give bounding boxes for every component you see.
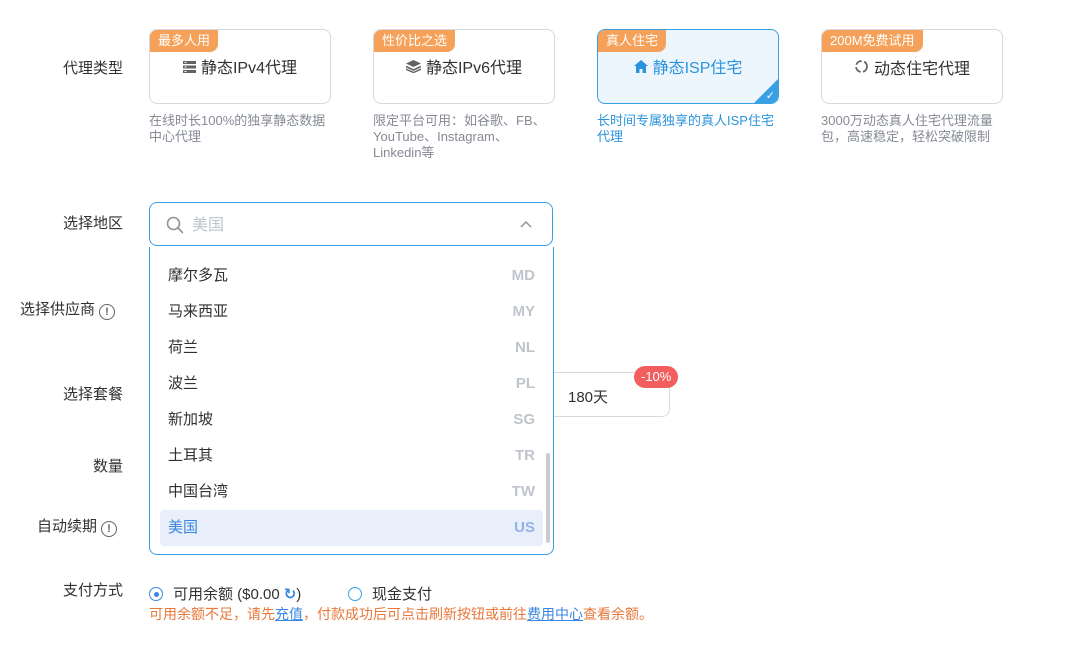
card-title: 静态IPv4代理 (150, 59, 330, 79)
option-code: NL (515, 339, 535, 356)
card-badge: 最多人用 (150, 30, 219, 52)
discount-badge: -10% (634, 366, 679, 388)
card-title-text: 静态ISP住宅 (652, 60, 743, 77)
region-option-my[interactable]: 马来西亚 MY (160, 294, 543, 330)
payment-balance-radio[interactable]: 可用余额 ($0.00 ↻) (149, 583, 301, 604)
info-icon[interactable]: ! (101, 521, 118, 537)
option-name: 荷兰 (168, 339, 199, 356)
region-option-nl[interactable]: 荷兰 NL (160, 330, 543, 366)
proxy-card-dynamic[interactable]: 200M免费试用 动态住宅代理 (821, 29, 1003, 104)
search-icon (166, 216, 184, 234)
region-option-pl[interactable]: 波兰 PL (160, 366, 543, 402)
card-description: 长时间专属独享的真人ISP住宅代理 (597, 113, 774, 144)
radio-dot (348, 587, 362, 601)
quantity-label: 数量 (92, 458, 123, 475)
option-code: SG (513, 411, 535, 428)
region-dropdown[interactable]: ▔▔ 摩尔多瓦 MD 马来西亚 MY 荷兰 NL 波兰 PL 新加坡 SG 土耳其 TR 中… (149, 247, 554, 555)
card-description: 在线时长100%的独享静态数据中心代理 (149, 113, 326, 144)
balance-close-paren: ) (296, 586, 302, 603)
cash-label: 现金支付 (372, 586, 433, 603)
region-option-tr[interactable]: 土耳其 TR (160, 438, 543, 474)
info-icon[interactable]: ! (99, 304, 116, 320)
warning-middle: ，付款成功后可点击刷新按钮或前往 (303, 606, 527, 622)
card-title-text: 静态IPv6代理 (425, 60, 523, 77)
package-option-label: 180天 (568, 389, 609, 406)
region-option-us[interactable]: 美国 US (160, 510, 543, 546)
payment-label: 支付方式 (62, 582, 123, 599)
card-title: 动态住宅代理 (822, 59, 1002, 80)
provider-label-text: 选择供应商 (20, 301, 96, 318)
region-option-md[interactable]: 摩尔多瓦 MD (160, 258, 543, 294)
option-name: 马来西亚 (168, 303, 229, 320)
option-name: 土耳其 (168, 447, 214, 464)
card-badge: 性价比之选 (374, 30, 456, 52)
region-select[interactable] (149, 202, 553, 246)
layers-icon (405, 59, 422, 79)
check-icon: ✓ (765, 90, 775, 102)
payment-cash-radio[interactable]: 现金支付 (348, 583, 432, 604)
region-option-sg[interactable]: 新加坡 SG (160, 402, 543, 438)
option-code: PL (515, 375, 535, 392)
auto-renew-label-text: 自动续期 (37, 518, 98, 535)
warning-prefix: 可用余额不足，请先 (149, 606, 275, 622)
card-badge: 200M免费试用 (822, 30, 923, 52)
option-code: MY (512, 303, 536, 320)
option-code: US (514, 519, 535, 536)
option-name: 摩尔多瓦 (168, 267, 229, 284)
warning-suffix: 查看余额。 (583, 606, 653, 622)
region-option-tw[interactable]: 中国台湾 TW (160, 474, 543, 510)
card-title: 静态IPv6代理 (374, 59, 554, 79)
card-badge: 真人住宅 (598, 30, 667, 52)
option-name: 美国 (168, 519, 199, 536)
provider-label: 选择供应商! (20, 300, 116, 320)
balance-label: 可用余额 ($0.00 (173, 586, 280, 603)
chevron-up-icon[interactable] (520, 220, 532, 228)
cycle-icon (854, 59, 869, 80)
proxy-card-isp[interactable]: 真人住宅 静态ISP住宅 ✓ (597, 29, 779, 104)
option-code: TW (511, 483, 535, 500)
clipped-option: ▔▔ (168, 247, 198, 249)
option-name: 新加坡 (168, 411, 214, 428)
recharge-link[interactable]: 充值 (275, 606, 303, 622)
refresh-icon[interactable]: ↻ (284, 585, 297, 603)
option-code: MD (511, 267, 535, 284)
option-name: 波兰 (168, 375, 199, 392)
option-code: TR (515, 447, 535, 464)
dropdown-scrollbar[interactable] (546, 453, 550, 543)
card-title-text: 动态住宅代理 (873, 61, 970, 78)
package-label: 选择套餐 (62, 386, 123, 403)
region-label: 选择地区 (62, 215, 123, 232)
proxy-card-ipv4[interactable]: 最多人用 静态IPv4代理 (149, 29, 331, 104)
home-icon (633, 59, 648, 79)
radio-dot (149, 587, 163, 601)
proxy-card-ipv6[interactable]: 性价比之选 静态IPv6代理 (373, 29, 555, 104)
option-name: 中国台湾 (168, 483, 229, 500)
server-icon (182, 59, 196, 79)
card-title-text: 静态IPv4代理 (200, 60, 298, 77)
proxy-type-label: 代理类型 (62, 60, 123, 77)
card-title: 静态ISP住宅 (598, 59, 778, 79)
card-description: 限定平台可用：如谷歌、FB、YouTube、Instagram、Linkedin… (373, 113, 546, 160)
auto-renew-label: 自动续期! (37, 517, 118, 537)
card-description: 3000万动态真人住宅代理流量包，高速稳定，轻松突破限制 (821, 113, 993, 144)
fee-center-link[interactable]: 费用中心 (527, 606, 583, 622)
balance-warning: 可用余额不足，请先充值，付款成功后可点击刷新按钮或前往费用中心查看余额。 (149, 604, 653, 624)
region-search-input[interactable] (190, 214, 494, 238)
